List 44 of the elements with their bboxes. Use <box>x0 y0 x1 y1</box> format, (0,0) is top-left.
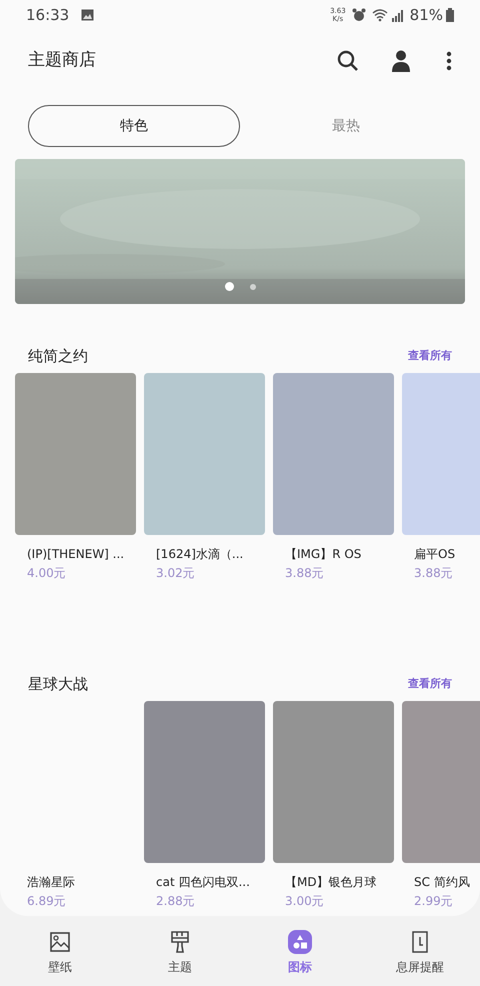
thumbnail[interactable] <box>15 373 136 535</box>
account-icon[interactable] <box>392 50 410 72</box>
item-name: 浩瀚星际 <box>26 874 76 891</box>
view-all-link[interactable]: 查看所有 <box>408 676 452 692</box>
item-name: 【IMG】R OS <box>284 546 362 563</box>
app-title: 主题商店 <box>28 49 97 72</box>
search-icon[interactable] <box>336 49 360 73</box>
brush-icon <box>171 931 189 953</box>
item-price: 4.00元 <box>26 565 67 582</box>
item-name: 【MD】银色月球 <box>284 874 378 891</box>
item-price: 3.00元 <box>284 893 325 910</box>
wifi-icon <box>372 8 388 22</box>
item-price: 2.99元 <box>413 893 454 910</box>
more-icon[interactable] <box>446 51 452 71</box>
item-name: SC 简约风 <box>413 874 471 891</box>
item-price: 6.89元 <box>26 893 67 910</box>
item-price: 2.88元 <box>155 893 196 910</box>
nav-tab[interactable]: 息屏提醒 <box>360 916 480 986</box>
item-name: (IP)[THENEW] ... <box>26 546 126 563</box>
battery-percent: 81% <box>410 4 443 26</box>
tab[interactable]: 特色 <box>28 105 240 147</box>
item-name: cat 四色闪电双... <box>155 874 251 891</box>
signal-icon <box>390 8 404 22</box>
thumbnail[interactable] <box>273 701 394 863</box>
image-icon <box>81 9 94 21</box>
section-title: 星球大战 <box>28 674 89 695</box>
nav-tab[interactable]: 主题 <box>120 916 240 986</box>
shapes-icon <box>288 930 312 954</box>
section-title: 纯简之约 <box>28 346 89 367</box>
item-name: 扁平OS <box>413 546 456 563</box>
item-price: 3.88元 <box>284 565 325 582</box>
phone-screen-icon <box>412 931 428 953</box>
battery-icon <box>446 8 454 22</box>
alarm-icon <box>352 8 366 22</box>
view-all-link[interactable]: 查看所有 <box>408 348 452 364</box>
status-time: 16:33 <box>26 4 70 26</box>
nav-tab[interactable]: 壁纸 <box>0 916 120 986</box>
thumbnail[interactable] <box>144 701 265 863</box>
item-price: 3.88元 <box>413 565 454 582</box>
thumbnail[interactable] <box>144 373 265 535</box>
image-icon <box>50 932 70 952</box>
item-price: 3.02元 <box>155 565 196 582</box>
thumbnail[interactable] <box>273 373 394 535</box>
item-name: [1624]水滴（... <box>155 546 244 563</box>
